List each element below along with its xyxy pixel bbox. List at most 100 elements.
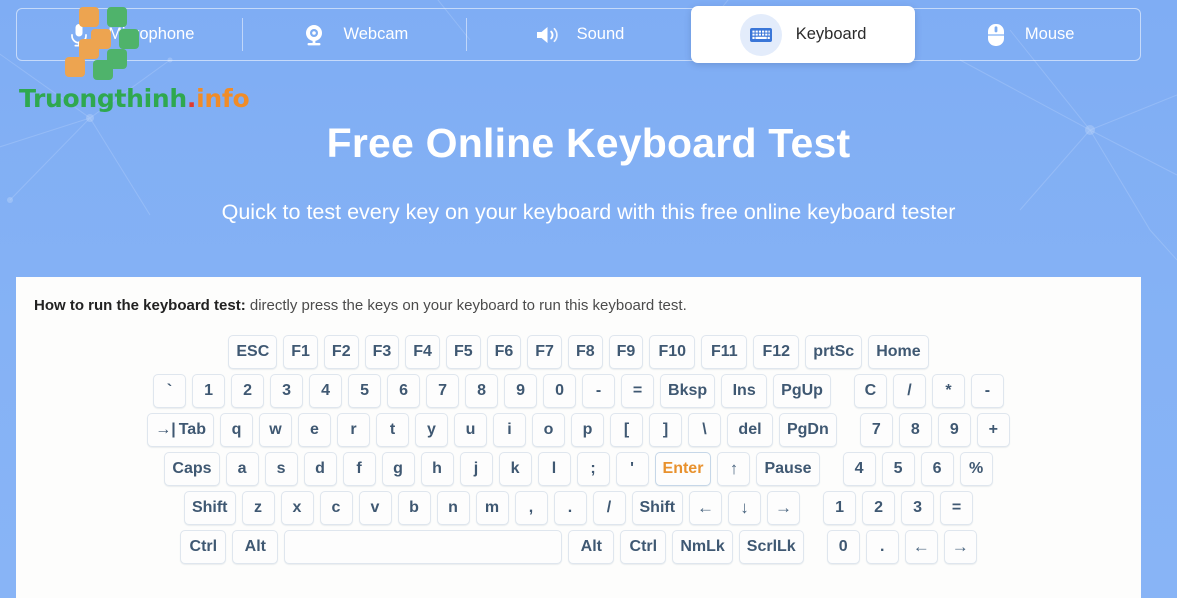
key-d[interactable]: d [303,452,337,486]
key-n[interactable]: n [436,491,470,525]
numpad-key-[interactable]: . [865,530,899,564]
key-del[interactable]: del [726,413,773,447]
key-w[interactable]: w [258,413,292,447]
numpad-key-[interactable]: = [940,491,974,525]
numpad-key-[interactable]: - [970,374,1004,408]
numpad-key-4[interactable]: 4 [842,452,876,486]
key-j[interactable]: j [459,452,493,486]
tab-keyboard[interactable]: Keyboard [690,6,916,63]
key-[interactable]: ] [648,413,682,447]
key-[interactable]: ; [576,452,610,486]
key-[interactable]: ` [153,374,187,408]
key-i[interactable]: i [492,413,526,447]
key-scrllk[interactable]: ScrlLk [738,530,804,564]
key-m[interactable]: m [475,491,509,525]
key-z[interactable]: z [241,491,275,525]
numpad-key-[interactable]: * [931,374,965,408]
tab-mouse[interactable]: Mouse [915,9,1140,60]
key-[interactable]: ↑ [717,452,751,486]
key-[interactable]: ' [615,452,649,486]
key-shift[interactable]: Shift [631,491,684,525]
numpad-key-c[interactable]: C [853,374,887,408]
key-[interactable]: . [553,491,587,525]
key-prtsc[interactable]: prtSc [805,335,863,369]
device-test-tabbar[interactable]: Microphone Webcam Sound Keyboard Mouse [16,6,1141,63]
key-b[interactable]: b [397,491,431,525]
key-3[interactable]: 3 [270,374,304,408]
key-tab[interactable]: →| Tab [147,413,214,447]
key-9[interactable]: 9 [504,374,538,408]
key-7[interactable]: 7 [426,374,460,408]
key-ctrl[interactable]: Ctrl [620,530,667,564]
key-f4[interactable]: F4 [405,335,440,369]
key-c[interactable]: c [319,491,353,525]
key-nmlk[interactable]: NmLk [672,530,733,564]
key-alt[interactable]: Alt [568,530,615,564]
key-f2[interactable]: F2 [323,335,359,369]
numpad-key-1[interactable]: 1 [823,491,857,525]
key-s[interactable]: s [264,452,298,486]
key-bksp[interactable]: Bksp [660,374,716,408]
key-t[interactable]: t [375,413,409,447]
key-[interactable]: = [621,374,655,408]
virtual-keyboard[interactable]: ESC F1 F2 F3 F4 F5 F6 F7 F8 F9 F10 F11 F12 prtSc Home `… [16,335,1141,564]
key-[interactable]: - [582,374,616,408]
key-4[interactable]: 4 [309,374,343,408]
key-[interactable]: ← [689,491,723,525]
numpad-key-6[interactable]: 6 [920,452,954,486]
key-space[interactable] [284,530,563,564]
key-y[interactable]: y [414,413,448,447]
key-ins[interactable]: Ins [721,374,768,408]
key-home[interactable]: Home [868,335,929,369]
key-f6[interactable]: F6 [486,335,522,369]
key-f5[interactable]: F5 [445,335,481,369]
key-a[interactable]: a [225,452,259,486]
key-f12[interactable]: F12 [753,335,800,369]
numpad-key-[interactable]: ← [904,530,938,564]
key-[interactable]: → [767,491,801,525]
tab-microphone[interactable]: Microphone [17,9,242,60]
key-pause[interactable]: Pause [756,452,820,486]
key-8[interactable]: 8 [465,374,499,408]
key-g[interactable]: g [381,452,415,486]
key-6[interactable]: 6 [387,374,421,408]
key-l[interactable]: l [537,452,571,486]
numpad-key-[interactable]: + [976,413,1010,447]
key-f1[interactable]: F1 [283,335,318,369]
numpad-key-9[interactable]: 9 [937,413,971,447]
numpad-key-3[interactable]: 3 [901,491,935,525]
key-o[interactable]: o [531,413,565,447]
key-alt[interactable]: Alt [232,530,279,564]
key-[interactable]: , [514,491,548,525]
key-[interactable]: / [592,491,626,525]
key-f11[interactable]: F11 [701,335,748,369]
key-v[interactable]: v [358,491,392,525]
key-x[interactable]: x [280,491,314,525]
key-0[interactable]: 0 [543,374,577,408]
key-pgdn[interactable]: PgDn [778,413,837,447]
key-f9[interactable]: F9 [608,335,644,369]
key-ctrl[interactable]: Ctrl [180,530,227,564]
key-k[interactable]: k [498,452,532,486]
tab-webcam[interactable]: Webcam [241,9,467,60]
tab-sound[interactable]: Sound [466,9,691,60]
numpad-key-2[interactable]: 2 [862,491,896,525]
numpad-key-0[interactable]: 0 [826,530,860,564]
key-2[interactable]: 2 [231,374,265,408]
key-f[interactable]: f [342,452,376,486]
key-p[interactable]: p [570,413,604,447]
key-r[interactable]: r [336,413,370,447]
key-pgup[interactable]: PgUp [773,374,831,408]
numpad-key-5[interactable]: 5 [881,452,915,486]
numpad-key-[interactable]: → [943,530,977,564]
key-u[interactable]: u [453,413,487,447]
key-f10[interactable]: F10 [649,335,696,369]
key-q[interactable]: q [219,413,253,447]
numpad-key-[interactable]: / [892,374,926,408]
numpad-key-[interactable]: % [959,452,993,486]
key-enter[interactable]: Enter [654,452,712,486]
key-caps[interactable]: Caps [164,452,220,486]
key-f7[interactable]: F7 [527,335,562,369]
key-f3[interactable]: F3 [364,335,400,369]
key-1[interactable]: 1 [192,374,226,408]
